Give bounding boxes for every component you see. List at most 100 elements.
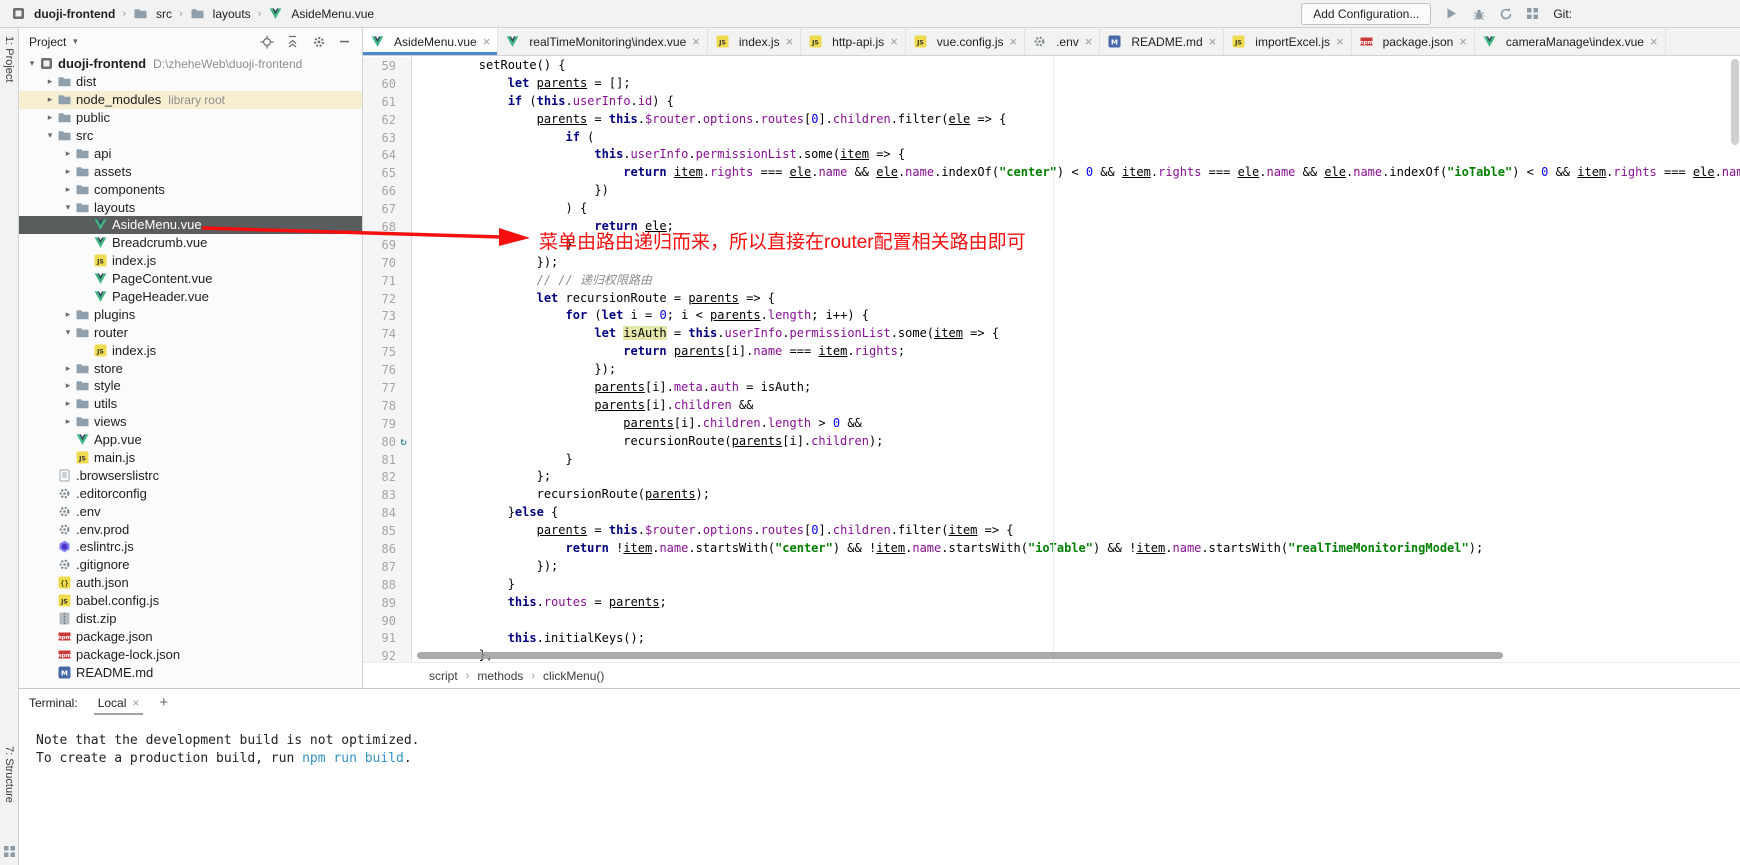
- gutter-line-67[interactable]: 67: [363, 200, 411, 218]
- gutter-line-83[interactable]: 83: [363, 486, 411, 504]
- tree-item-app-vue[interactable]: App.vue: [19, 431, 362, 449]
- chevron-right-icon[interactable]: ▸: [61, 363, 75, 374]
- chevron-right-icon[interactable]: ▸: [43, 112, 57, 123]
- gutter-line-72[interactable]: 72: [363, 290, 411, 308]
- breadcrumb-item-asidemenu-vue[interactable]: AsideMenu.vue: [265, 6, 377, 22]
- chevron-right-icon[interactable]: ▸: [61, 184, 75, 195]
- close-icon[interactable]: ×: [692, 34, 700, 49]
- gutter-line-92[interactable]: 92: [363, 647, 411, 662]
- gutter-line-64[interactable]: 64: [363, 146, 411, 164]
- settings-icon[interactable]: [311, 34, 326, 49]
- gutter-line-62[interactable]: 62: [363, 111, 411, 129]
- gutter-line-76[interactable]: 76: [363, 361, 411, 379]
- tree-item-layouts[interactable]: ▾layouts: [19, 198, 362, 216]
- tree-item-dist[interactable]: ▸dist: [19, 73, 362, 91]
- hide-icon[interactable]: [337, 34, 352, 49]
- chevron-right-icon[interactable]: ▸: [43, 94, 57, 105]
- breadcrumb-item-layouts[interactable]: layouts: [187, 6, 254, 22]
- gutter-line-59[interactable]: 59: [363, 57, 411, 75]
- collapse-all-icon[interactable]: [285, 34, 300, 49]
- vertical-scrollbar[interactable]: [1731, 59, 1739, 145]
- close-icon[interactable]: ×: [1009, 34, 1017, 49]
- chevron-right-icon[interactable]: ▸: [61, 166, 75, 177]
- editor-breadcrumb-item-methods[interactable]: methods: [477, 669, 523, 683]
- tree-item-package-json[interactable]: npmpackage.json: [19, 628, 362, 646]
- tree-item-assets[interactable]: ▸assets: [19, 162, 362, 180]
- gutter-line-73[interactable]: 73: [363, 307, 411, 325]
- close-icon[interactable]: ×: [132, 696, 139, 710]
- tool-window-button-1-project[interactable]: 1: Project: [3, 36, 15, 82]
- tree-item-env[interactable]: .env: [19, 502, 362, 520]
- gutter-line-85[interactable]: 85: [363, 522, 411, 540]
- locate-icon[interactable]: [259, 34, 274, 49]
- close-icon[interactable]: ×: [890, 34, 898, 49]
- tree-item-editorconfig[interactable]: .editorconfig: [19, 484, 362, 502]
- chevron-right-icon[interactable]: ▸: [61, 416, 75, 427]
- gutter-line-60[interactable]: 60: [363, 75, 411, 93]
- close-icon[interactable]: ×: [1459, 34, 1467, 49]
- debug-icon[interactable]: [1470, 5, 1487, 22]
- chevron-right-icon[interactable]: ▸: [61, 148, 75, 159]
- gutter-line-91[interactable]: 91: [363, 630, 411, 648]
- chevron-right-icon[interactable]: ▸: [61, 380, 75, 391]
- tree-item-duoji-frontend[interactable]: ▾duoji-frontendD:\zheheWeb\duoji-fronten…: [19, 55, 362, 73]
- tree-item-public[interactable]: ▸public: [19, 109, 362, 127]
- tree-item-router[interactable]: ▾router: [19, 323, 362, 341]
- gutter-line-65[interactable]: 65: [363, 164, 411, 182]
- tool-window-button-7-structure[interactable]: 7: Structure: [3, 746, 15, 803]
- grid-icon[interactable]: [1524, 5, 1541, 22]
- tree-item-utils[interactable]: ▸utils: [19, 395, 362, 413]
- editor-tab-package-json[interactable]: npmpackage.json×: [1352, 28, 1475, 55]
- chevron-down-icon[interactable]: ▾: [25, 58, 39, 69]
- chevron-right-icon[interactable]: ▸: [61, 398, 75, 409]
- close-icon[interactable]: ×: [1209, 34, 1217, 49]
- recursion-icon[interactable]: ↻: [396, 435, 411, 448]
- tree-item-style[interactable]: ▸style: [19, 377, 362, 395]
- tree-item-plugins[interactable]: ▸plugins: [19, 305, 362, 323]
- editor-tab-readme-md[interactable]: MREADME.md×: [1100, 28, 1224, 55]
- editor-tab-asidemenu-vue[interactable]: AsideMenu.vue×: [363, 28, 498, 55]
- tree-item-index-js[interactable]: JSindex.js: [19, 341, 362, 359]
- code-area[interactable]: 5960616263646566676869707172737475767778…: [363, 56, 1740, 662]
- breadcrumb-item-src[interactable]: src: [130, 6, 175, 22]
- tree-item-node-modules[interactable]: ▸node_moduleslibrary root: [19, 91, 362, 109]
- breadcrumb-item-duoji-frontend[interactable]: duoji-frontend: [8, 6, 118, 22]
- gutter-line-69[interactable]: 69: [363, 236, 411, 254]
- editor-tab-env[interactable]: .env×: [1025, 28, 1100, 55]
- tree-item-package-lock-json[interactable]: npmpackage-lock.json: [19, 645, 362, 663]
- tool-switcher-icon[interactable]: [3, 845, 16, 861]
- tree-item-src[interactable]: ▾src: [19, 127, 362, 145]
- tree-item-breadcrumb-vue[interactable]: Breadcrumb.vue: [19, 234, 362, 252]
- gutter-line-81[interactable]: 81: [363, 451, 411, 469]
- horizontal-scrollbar[interactable]: [417, 652, 1503, 659]
- gutter-line-84[interactable]: 84: [363, 504, 411, 522]
- gutter-line-71[interactable]: 71: [363, 272, 411, 290]
- editor-tab-http-api-js[interactable]: JShttp-api.js×: [801, 28, 906, 55]
- tree-item-main-js[interactable]: JSmain.js: [19, 449, 362, 467]
- tree-item-browserslistrc[interactable]: .browserslistrc: [19, 466, 362, 484]
- gutter-line-89[interactable]: 89: [363, 594, 411, 612]
- chevron-down-icon[interactable]: ▾: [61, 202, 75, 213]
- close-icon[interactable]: ×: [1650, 34, 1658, 49]
- tree-item-views[interactable]: ▸views: [19, 413, 362, 431]
- gutter-line-77[interactable]: 77: [363, 379, 411, 397]
- gutter-line-66[interactable]: 66: [363, 182, 411, 200]
- editor-tab-cameramanage-index-vue[interactable]: cameraManage\index.vue×: [1475, 28, 1666, 55]
- gutter-line-82[interactable]: 82: [363, 468, 411, 486]
- git-label[interactable]: Git:: [1553, 7, 1572, 21]
- close-icon[interactable]: ×: [786, 34, 794, 49]
- chevron-down-icon[interactable]: ▾: [43, 130, 57, 141]
- gutter-line-88[interactable]: 88: [363, 576, 411, 594]
- chevron-right-icon[interactable]: ▸: [43, 76, 57, 87]
- tree-item-components[interactable]: ▸components: [19, 180, 362, 198]
- close-icon[interactable]: ×: [483, 34, 491, 49]
- tree-item-index-js[interactable]: JSindex.js: [19, 252, 362, 270]
- terminal-tab-local[interactable]: Local×: [94, 691, 144, 715]
- gutter-line-79[interactable]: 79: [363, 415, 411, 433]
- chevron-right-icon[interactable]: ▸: [61, 309, 75, 320]
- project-view-selector[interactable]: Project ▼: [29, 35, 79, 49]
- gutter-line-63[interactable]: 63: [363, 129, 411, 147]
- editor-tab-vue-config-js[interactable]: JSvue.config.js×: [906, 28, 1025, 55]
- close-icon[interactable]: ×: [1085, 34, 1093, 49]
- tree-item-store[interactable]: ▸store: [19, 359, 362, 377]
